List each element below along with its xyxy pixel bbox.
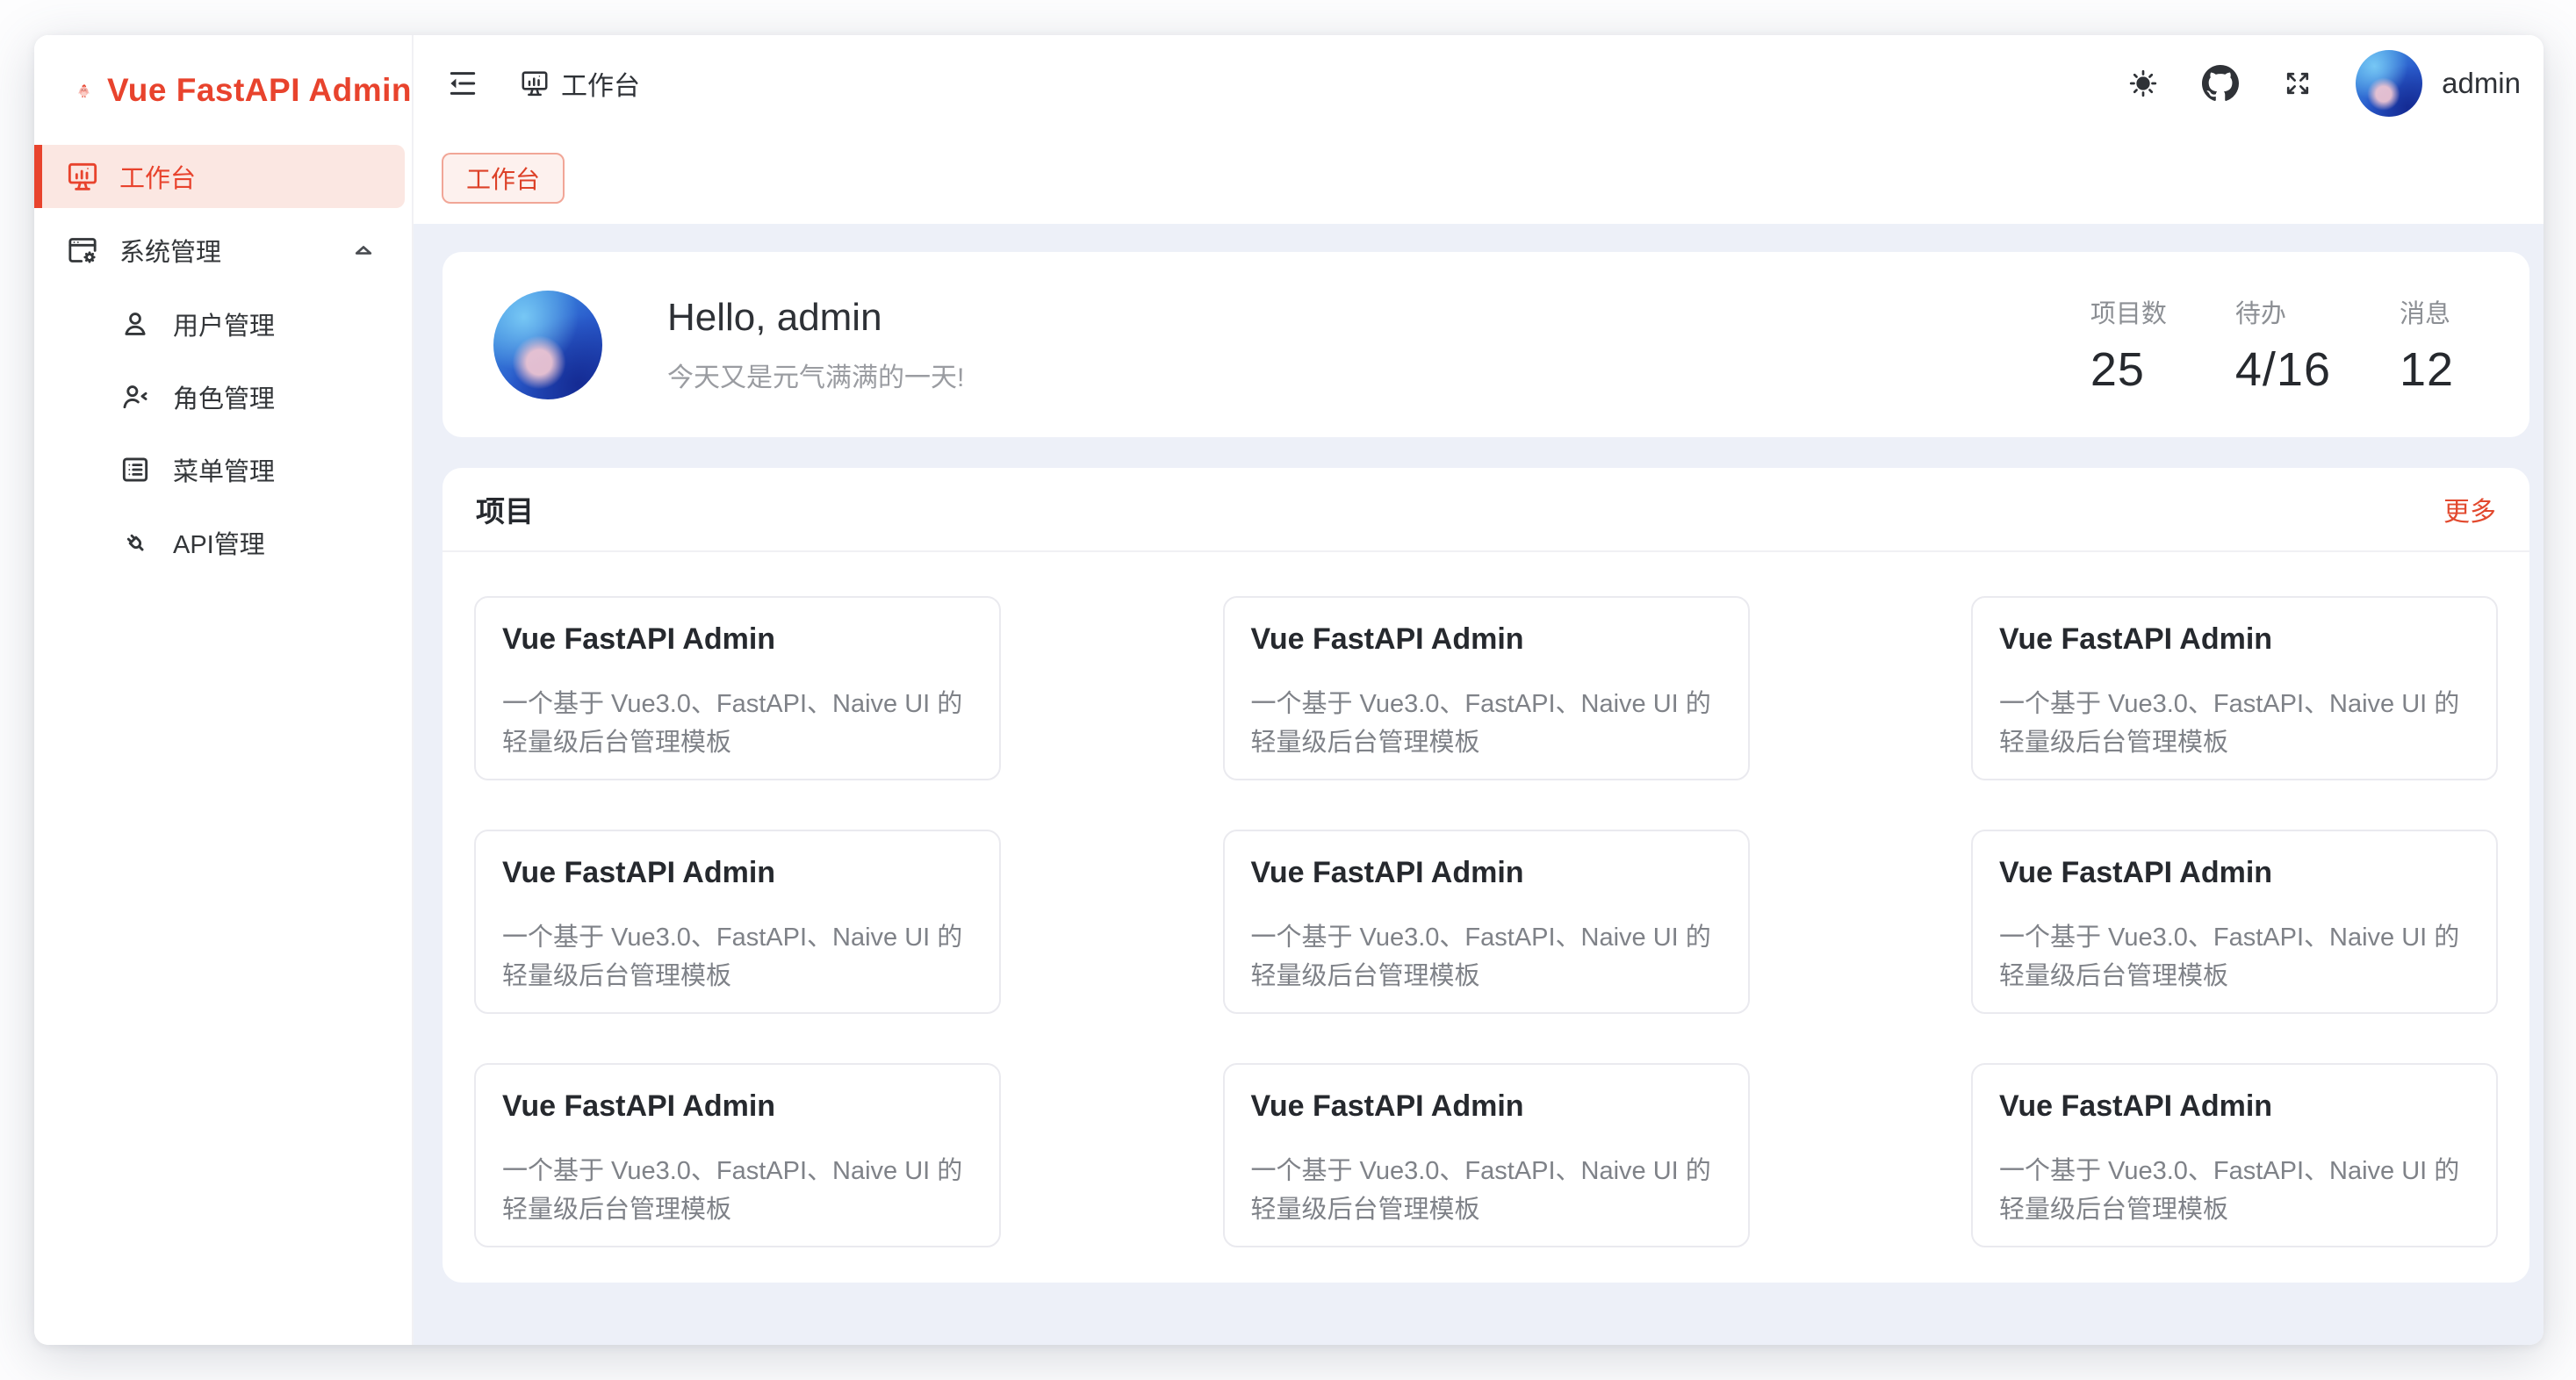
github-link-button[interactable] <box>2201 64 2240 103</box>
tag-workbench[interactable]: 工作台 <box>442 153 565 204</box>
app-title: Vue FastAPI Admin <box>107 72 412 109</box>
workbench-monitor-icon <box>65 159 100 194</box>
menu-fold-icon <box>446 67 479 100</box>
stat-label: 消息 <box>2400 293 2475 330</box>
project-title: Vue FastAPI Admin <box>1999 1089 2470 1124</box>
stat-value: 12 <box>2400 342 2475 397</box>
project-description: 一个基于 Vue3.0、FastAPI、Naive UI 的轻量级后台管理模板 <box>502 918 973 995</box>
welcome-text: Hello, admin 今天又是元气满满的一天! <box>667 296 964 394</box>
user-icon <box>119 307 152 341</box>
fullscreen-icon <box>2283 68 2313 98</box>
welcome-card: Hello, admin 今天又是元气满满的一天! 项目数 25 待办 4/16… <box>443 252 2529 437</box>
project-title: Vue FastAPI Admin <box>502 1089 973 1124</box>
github-icon <box>2202 65 2239 102</box>
project-title: Vue FastAPI Admin <box>1251 622 1722 657</box>
tags-bar: 工作台 <box>414 132 2544 224</box>
project-description: 一个基于 Vue3.0、FastAPI、Naive UI 的轻量级后台管理模板 <box>1251 1152 1722 1229</box>
stat-value: 4/16 <box>2235 342 2331 397</box>
sidebar-item-user-management[interactable]: 用户管理 <box>34 292 412 356</box>
sidebar-item-role-management[interactable]: 角色管理 <box>34 365 412 428</box>
tag-label: 工作台 <box>466 161 540 196</box>
more-link[interactable]: 更多 <box>2443 490 2496 528</box>
sidebar-subitem-label: 菜单管理 <box>173 451 275 488</box>
project-tile[interactable]: Vue FastAPI Admin 一个基于 Vue3.0、FastAPI、Na… <box>1223 596 1750 780</box>
main-column: 工作台 admin 工作台 <box>414 35 2544 1345</box>
sidebar-subitem-label: 用户管理 <box>173 305 275 342</box>
theme-sun-icon <box>2127 68 2159 99</box>
stat-label: 待办 <box>2235 293 2331 330</box>
project-description: 一个基于 Vue3.0、FastAPI、Naive UI 的轻量级后台管理模板 <box>1999 685 2470 762</box>
project-description: 一个基于 Vue3.0、FastAPI、Naive UI 的轻量级后台管理模板 <box>1999 1152 2470 1229</box>
project-description: 一个基于 Vue3.0、FastAPI、Naive UI 的轻量级后台管理模板 <box>502 1152 973 1229</box>
app-logo[interactable]: Vue FastAPI Admin <box>34 35 412 145</box>
project-title: Vue FastAPI Admin <box>502 622 973 657</box>
projects-title: 项目 <box>476 488 534 530</box>
project-description: 一个基于 Vue3.0、FastAPI、Naive UI 的轻量级后台管理模板 <box>502 685 973 762</box>
sidebar-collapse-button[interactable] <box>443 64 482 103</box>
project-description: 一个基于 Vue3.0、FastAPI、Naive UI 的轻量级后台管理模板 <box>1251 918 1722 995</box>
project-tile[interactable]: Vue FastAPI Admin 一个基于 Vue3.0、FastAPI、Na… <box>474 1063 1001 1247</box>
project-description: 一个基于 Vue3.0、FastAPI、Naive UI 的轻量级后台管理模板 <box>1999 918 2470 995</box>
breadcrumb-label: 工作台 <box>561 64 640 103</box>
stat-projects: 项目数 25 <box>2090 293 2167 397</box>
header-actions: admin <box>2124 50 2521 117</box>
breadcrumb[interactable]: 工作台 <box>519 64 640 103</box>
fullscreen-button[interactable] <box>2278 64 2317 103</box>
welcome-avatar <box>493 291 602 399</box>
welcome-greeting: Hello, admin <box>667 296 964 340</box>
project-title: Vue FastAPI Admin <box>502 856 973 890</box>
projects-header: 项目 更多 <box>443 468 2529 552</box>
stat-label: 项目数 <box>2090 293 2167 330</box>
sidebar-item-workbench[interactable]: 工作台 <box>34 145 405 208</box>
sidebar: Vue FastAPI Admin 工作台 系统管理 用户管理 角色管理 <box>34 35 414 1345</box>
project-title: Vue FastAPI Admin <box>1999 622 2470 657</box>
username-label[interactable]: admin <box>2442 67 2521 100</box>
welcome-stats: 项目数 25 待办 4/16 消息 12 <box>2090 293 2486 397</box>
project-description: 一个基于 Vue3.0、FastAPI、Naive UI 的轻量级后台管理模板 <box>1251 685 1722 762</box>
sidebar-menu: 工作台 系统管理 用户管理 角色管理 菜单管理 API管理 <box>34 145 412 1345</box>
project-tile[interactable]: Vue FastAPI Admin 一个基于 Vue3.0、FastAPI、Na… <box>1223 830 1750 1014</box>
sidebar-item-api-management[interactable]: API管理 <box>34 511 412 574</box>
project-title: Vue FastAPI Admin <box>1999 856 2470 890</box>
system-settings-icon <box>65 233 100 268</box>
project-title: Vue FastAPI Admin <box>1251 856 1722 890</box>
chevron-up-icon[interactable] <box>349 235 378 265</box>
stat-messages: 消息 12 <box>2400 293 2475 397</box>
api-plug-icon <box>119 526 152 559</box>
project-tile[interactable]: Vue FastAPI Admin 一个基于 Vue3.0、FastAPI、Na… <box>1971 596 2498 780</box>
role-icon <box>119 380 152 413</box>
user-avatar[interactable] <box>2356 50 2422 117</box>
projects-card: 项目 更多 Vue FastAPI Admin 一个基于 Vue3.0、Fast… <box>443 468 2529 1283</box>
workbench-monitor-icon <box>519 68 550 99</box>
sidebar-subitem-label: 角色管理 <box>173 378 275 415</box>
sidebar-subitem-label: API管理 <box>173 524 265 561</box>
sidebar-item-label: 系统管理 <box>119 232 221 269</box>
project-tile[interactable]: Vue FastAPI Admin 一个基于 Vue3.0、FastAPI、Na… <box>1971 1063 2498 1247</box>
chick-logo-icon <box>76 65 91 116</box>
project-tile[interactable]: Vue FastAPI Admin 一个基于 Vue3.0、FastAPI、Na… <box>474 830 1001 1014</box>
sidebar-item-system-management[interactable]: 系统管理 <box>34 219 412 282</box>
welcome-subtitle: 今天又是元气满满的一天! <box>667 356 964 394</box>
top-header: 工作台 admin <box>414 35 2544 132</box>
project-title: Vue FastAPI Admin <box>1251 1089 1722 1124</box>
project-tile[interactable]: Vue FastAPI Admin 一个基于 Vue3.0、FastAPI、Na… <box>1971 830 2498 1014</box>
app-window: Vue FastAPI Admin 工作台 系统管理 用户管理 角色管理 <box>34 35 2544 1345</box>
sidebar-item-menu-management[interactable]: 菜单管理 <box>34 438 412 501</box>
projects-grid: Vue FastAPI Admin 一个基于 Vue3.0、FastAPI、Na… <box>443 552 2529 1283</box>
project-tile[interactable]: Vue FastAPI Admin 一个基于 Vue3.0、FastAPI、Na… <box>474 596 1001 780</box>
theme-toggle-button[interactable] <box>2124 64 2162 103</box>
sidebar-item-label: 工作台 <box>119 158 196 195</box>
stat-todo: 待办 4/16 <box>2235 293 2331 397</box>
stat-value: 25 <box>2090 342 2167 397</box>
menu-list-icon <box>119 453 152 486</box>
content-area: Hello, admin 今天又是元气满满的一天! 项目数 25 待办 4/16… <box>414 224 2544 1345</box>
project-tile[interactable]: Vue FastAPI Admin 一个基于 Vue3.0、FastAPI、Na… <box>1223 1063 1750 1247</box>
